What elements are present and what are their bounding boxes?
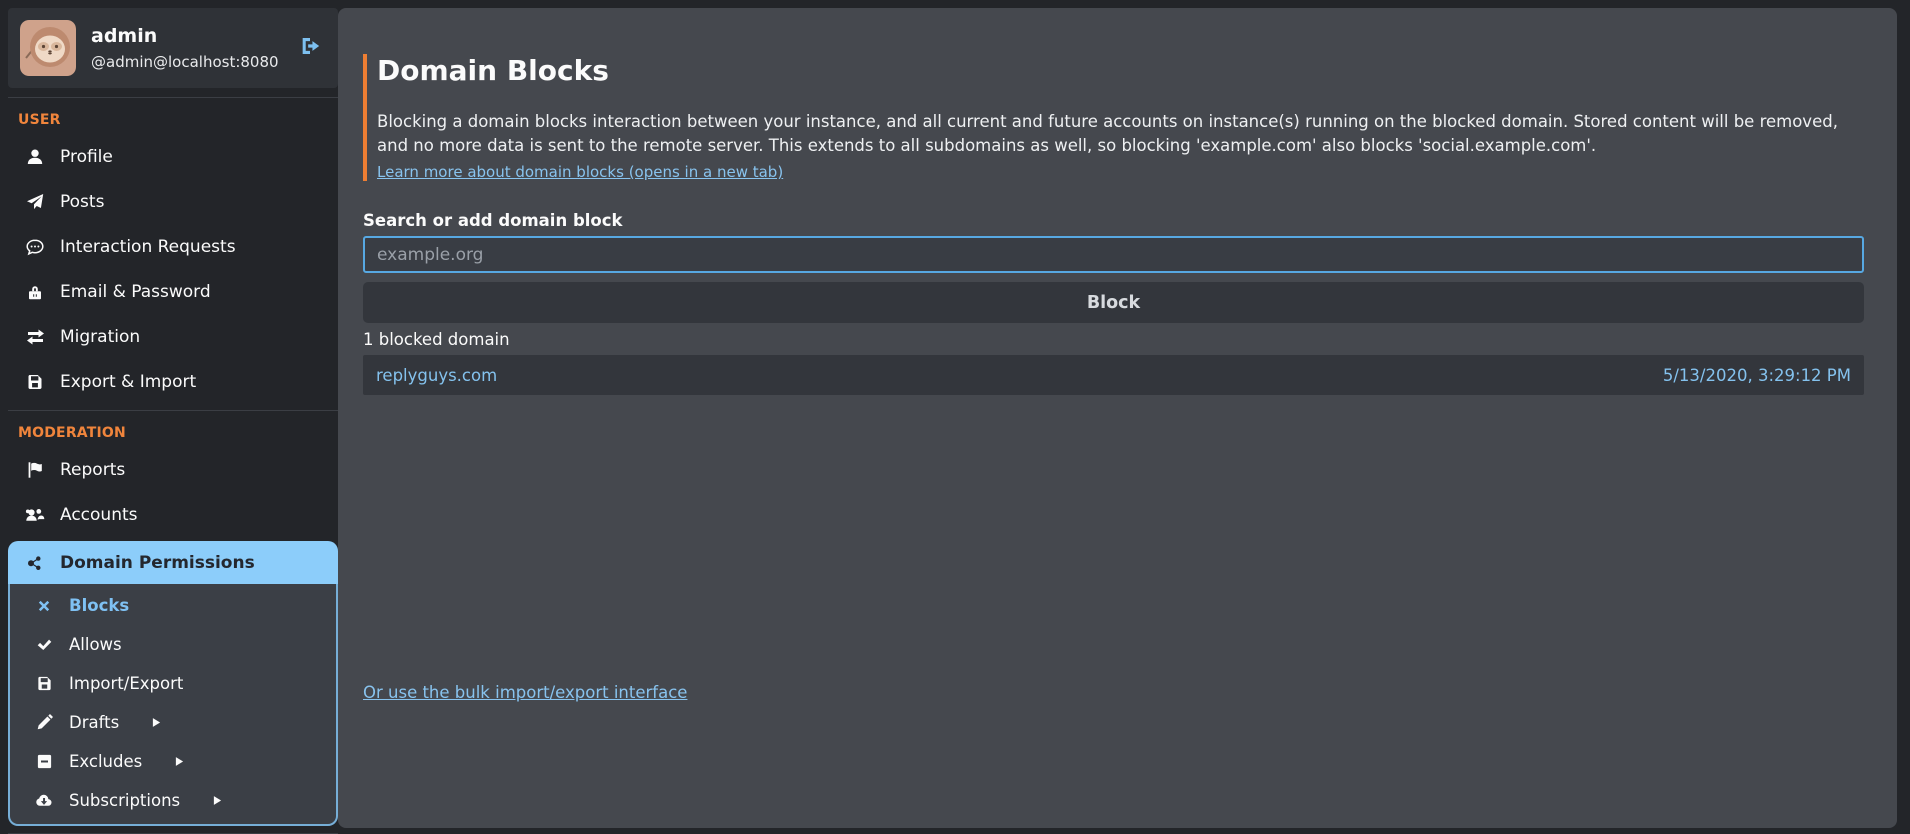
sidebar-item-profile[interactable]: Profile — [8, 134, 338, 179]
blocked-count: 1 blocked domain — [363, 330, 1864, 349]
pencil-icon — [34, 714, 54, 731]
sidebar-item-interaction-requests[interactable]: Interaction Requests — [8, 224, 338, 269]
sidebar-item-label: Drafts — [69, 713, 119, 732]
user-card: admin @admin@localhost:8080 — [8, 8, 338, 88]
sign-out-icon[interactable] — [294, 31, 326, 65]
sidebar-item-label: Interaction Requests — [60, 237, 236, 257]
sidebar-item-label: Migration — [60, 327, 140, 347]
paper-plane-icon — [25, 193, 45, 211]
xmark-icon — [34, 598, 54, 614]
sidebar-item-email-password[interactable]: Email & Password — [8, 269, 338, 314]
square-minus-icon — [34, 753, 54, 770]
sidebar-item-blocks[interactable]: Blocks — [10, 586, 336, 625]
domain-permissions-submenu: Blocks Allows Import/Export Drafts — [8, 584, 338, 826]
sidebar-item-label: Domain Permissions — [60, 553, 255, 573]
block-button[interactable]: Block — [363, 282, 1864, 323]
user-handle: @admin@localhost:8080 — [91, 53, 279, 71]
page-description: Blocking a domain blocks interaction bet… — [377, 110, 1864, 157]
learn-more-link[interactable]: Learn more about domain blocks (opens in… — [377, 163, 783, 181]
sidebar-item-subscriptions[interactable]: Subscriptions — [10, 781, 336, 820]
cloud-download-icon — [34, 792, 54, 809]
divider — [8, 97, 338, 98]
sidebar-item-label: Profile — [60, 147, 113, 167]
sidebar-item-label: Blocks — [69, 596, 129, 615]
sidebar-item-posts[interactable]: Posts — [8, 179, 338, 224]
bulk-import-export-link[interactable]: Or use the bulk import/export interface — [363, 683, 687, 702]
comment-dots-icon — [25, 238, 45, 256]
sidebar-item-accounts[interactable]: Accounts — [8, 492, 338, 537]
main-panel: Domain Blocks Blocking a domain blocks i… — [338, 8, 1897, 828]
flag-icon — [25, 461, 45, 479]
circle-nodes-icon — [25, 554, 45, 572]
avatar — [20, 20, 76, 76]
section-label-user: USER — [18, 112, 338, 128]
section-label-moderation: MODERATION — [18, 425, 338, 441]
sidebar-item-drafts[interactable]: Drafts — [10, 703, 336, 742]
page-header: Domain Blocks Blocking a domain blocks i… — [363, 54, 1864, 181]
arrows-left-right-icon — [25, 328, 45, 346]
sidebar-item-reports[interactable]: Reports — [8, 447, 338, 492]
sidebar-item-label: Export & Import — [60, 372, 196, 392]
sidebar-item-label: Allows — [69, 635, 122, 654]
check-icon — [34, 636, 54, 653]
page-title: Domain Blocks — [377, 54, 1864, 88]
user-icon — [25, 148, 45, 166]
sidebar-item-label: Accounts — [60, 505, 138, 525]
search-input[interactable] — [363, 236, 1864, 273]
sidebar-item-export-import[interactable]: Export & Import — [8, 359, 338, 404]
users-icon — [25, 506, 45, 524]
sidebar: admin @admin@localhost:8080 USER Profile… — [8, 8, 338, 834]
sidebar-item-label: Posts — [60, 192, 104, 212]
sidebar-item-label: Excludes — [69, 752, 142, 771]
user-name: admin — [91, 25, 279, 48]
caret-right-icon — [169, 755, 189, 768]
user-lock-icon — [25, 283, 45, 301]
caret-right-icon — [146, 716, 166, 729]
sidebar-item-import-export[interactable]: Import/Export — [10, 664, 336, 703]
sidebar-item-excludes[interactable]: Excludes — [10, 742, 336, 781]
sidebar-item-label: Email & Password — [60, 282, 211, 302]
sidebar-item-migration[interactable]: Migration — [8, 314, 338, 359]
sidebar-item-label: Reports — [60, 460, 125, 480]
sidebar-item-allows[interactable]: Allows — [10, 625, 336, 664]
blocked-domain-link[interactable]: replyguys.com — [376, 366, 497, 385]
floppy-disk-icon — [25, 373, 45, 391]
sidebar-item-label: Subscriptions — [69, 791, 180, 810]
blocked-domain-date: 5/13/2020, 3:29:12 PM — [1663, 366, 1851, 385]
floppy-disk-icon — [34, 675, 54, 692]
sidebar-item-label: Import/Export — [69, 674, 183, 693]
divider — [8, 410, 338, 411]
sidebar-item-domain-permissions[interactable]: Domain Permissions — [8, 541, 338, 584]
search-label: Search or add domain block — [363, 211, 1864, 230]
user-names: admin @admin@localhost:8080 — [91, 25, 279, 71]
blocked-domain-row[interactable]: replyguys.com 5/13/2020, 3:29:12 PM — [363, 355, 1864, 395]
caret-right-icon — [207, 794, 227, 807]
